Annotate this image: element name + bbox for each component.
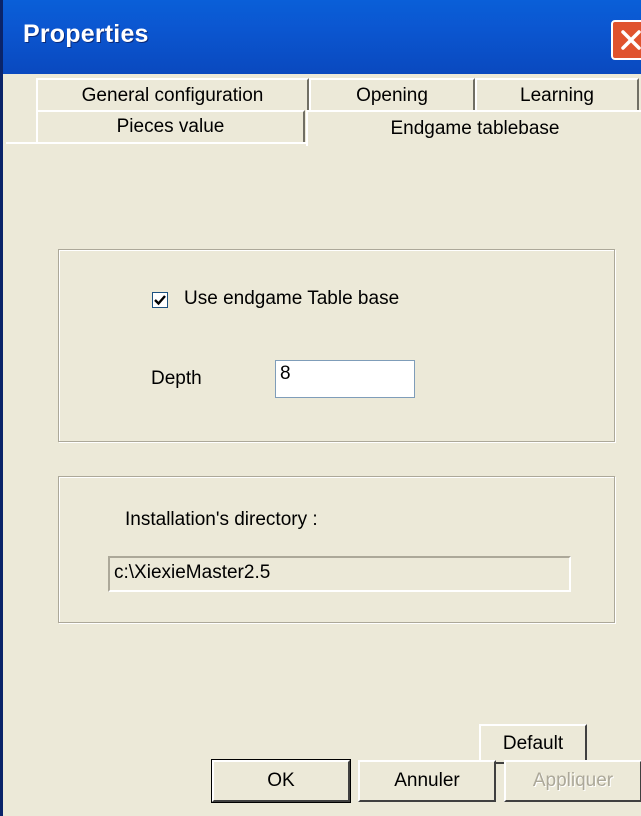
default-button[interactable]: Default <box>479 724 587 764</box>
ok-button[interactable]: OK <box>211 759 351 803</box>
tablebase-options-group: Use endgame Table base Depth 8 <box>58 249 615 442</box>
apply-button[interactable]: Appliquer <box>504 760 641 802</box>
properties-window: Properties General configuration Opening… <box>0 0 641 816</box>
close-icon <box>621 30 641 50</box>
tab-opening[interactable]: Opening <box>309 78 475 110</box>
installation-directory-label: Installation's directory : <box>125 509 318 530</box>
tab-pieces-value[interactable]: Pieces value <box>36 110 305 142</box>
installation-directory-field[interactable]: c:\XiexieMaster2.5 <box>108 556 571 592</box>
tab-learning[interactable]: Learning <box>475 78 639 110</box>
use-tablebase-label[interactable]: Use endgame Table base <box>184 288 399 310</box>
window-title: Properties <box>23 20 149 48</box>
title-bar[interactable]: Properties <box>3 0 641 74</box>
depth-label: Depth <box>151 368 202 389</box>
tab-general-configuration[interactable]: General configuration <box>36 78 309 110</box>
close-button[interactable] <box>611 20 641 60</box>
depth-input[interactable]: 8 <box>275 360 415 398</box>
checkmark-icon <box>154 295 166 306</box>
use-tablebase-checkbox[interactable] <box>152 292 168 308</box>
installation-directory-group: Installation's directory : c:\XiexieMast… <box>58 476 615 623</box>
tab-panel: Use endgame Table base Depth 8 Installat… <box>6 142 641 764</box>
cancel-button[interactable]: Annuler <box>358 760 496 802</box>
dialog-client: General configuration Opening Learning P… <box>6 74 641 816</box>
tab-endgame-tablebase[interactable]: Endgame tablebase <box>306 110 641 146</box>
